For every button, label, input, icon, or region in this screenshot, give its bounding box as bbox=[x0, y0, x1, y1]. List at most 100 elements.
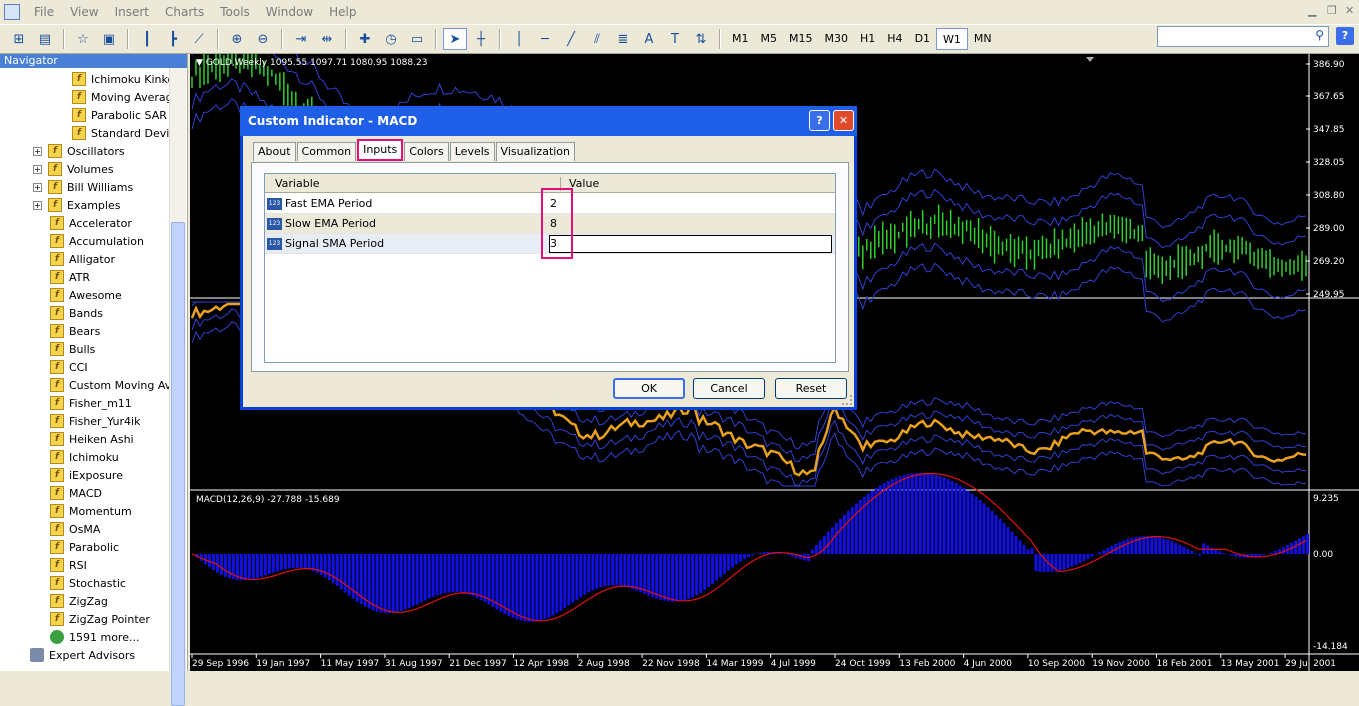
navigator-item[interactable]: fFisher_Yur4ik bbox=[50, 412, 140, 430]
navigator-item[interactable]: fMoving Averag bbox=[72, 88, 173, 106]
tab-colors[interactable]: Colors bbox=[404, 142, 448, 161]
ok-button[interactable]: OK bbox=[613, 378, 685, 399]
navigator-item[interactable]: fZigZag Pointer bbox=[50, 610, 150, 628]
zoom-out-icon[interactable]: ⊖ bbox=[251, 28, 275, 50]
navigator-item[interactable]: fMACD bbox=[50, 484, 102, 502]
navigator-item[interactable]: fCustom Moving Ave bbox=[50, 376, 178, 394]
navigator-item[interactable]: fCCI bbox=[50, 358, 88, 376]
param-value-editor[interactable] bbox=[549, 235, 832, 253]
navigator-item[interactable]: fAlligator bbox=[50, 250, 115, 268]
navigator-item[interactable]: fIchimoku Kinko bbox=[72, 70, 174, 88]
navigator-item[interactable]: +fExamples bbox=[33, 196, 120, 214]
text-label-icon[interactable]: T bbox=[663, 28, 687, 50]
navigator-item[interactable]: fBears bbox=[50, 322, 100, 340]
candlestick-icon[interactable]: ┣ bbox=[161, 28, 185, 50]
expand-icon[interactable]: + bbox=[33, 201, 42, 210]
navigator-item[interactable]: fAccelerator bbox=[50, 214, 132, 232]
menu-insert[interactable]: Insert bbox=[107, 5, 157, 19]
navigator-item[interactable]: +fOscillators bbox=[33, 142, 125, 160]
market-watch-icon[interactable]: ☆ bbox=[71, 28, 95, 50]
navigator-item[interactable]: 1591 more... bbox=[50, 628, 139, 646]
zoom-in-icon[interactable]: ⊕ bbox=[225, 28, 249, 50]
periods-icon[interactable]: ◷ bbox=[379, 28, 403, 50]
timeframe-mn[interactable]: MN bbox=[968, 28, 998, 50]
expand-icon[interactable]: + bbox=[33, 147, 42, 156]
column-variable[interactable]: Variable bbox=[275, 177, 320, 190]
navigator-item[interactable]: fiExposure bbox=[50, 466, 123, 484]
navigator-item[interactable]: fParabolic SAR bbox=[72, 106, 167, 124]
profiles-icon[interactable]: ▤ bbox=[33, 28, 57, 50]
crosshair-icon[interactable]: ┼ bbox=[469, 28, 493, 50]
restore-icon[interactable]: ❐ bbox=[1327, 4, 1337, 17]
vertical-line-icon[interactable]: │ bbox=[507, 28, 531, 50]
timeframe-d1[interactable]: D1 bbox=[909, 28, 936, 50]
horizontal-line-icon[interactable]: ─ bbox=[533, 28, 557, 50]
arrows-icon[interactable]: ⇅ bbox=[689, 28, 713, 50]
menu-tools[interactable]: Tools bbox=[212, 5, 258, 19]
line-chart-icon[interactable]: ⟋ bbox=[187, 28, 211, 50]
navigator-item[interactable]: fAccumulation bbox=[50, 232, 144, 250]
text-icon[interactable]: A bbox=[637, 28, 661, 50]
timeframe-m15[interactable]: M15 bbox=[783, 28, 819, 50]
expand-icon[interactable]: + bbox=[33, 183, 42, 192]
timeframe-w1[interactable]: W1 bbox=[936, 28, 968, 50]
scroll-thumb[interactable] bbox=[171, 222, 185, 706]
menu-help[interactable]: Help bbox=[321, 5, 364, 19]
navigator-item[interactable]: fBulls bbox=[50, 340, 95, 358]
navigator-item[interactable]: fStandard Devia bbox=[72, 124, 176, 142]
tab-inputs[interactable]: Inputs bbox=[357, 139, 403, 161]
navigator-item[interactable]: fMomentum bbox=[50, 502, 132, 520]
templates-icon[interactable]: ▭ bbox=[405, 28, 429, 50]
auto-scroll-icon[interactable]: ⇥ bbox=[289, 28, 313, 50]
resize-grip[interactable] bbox=[842, 395, 852, 405]
menu-view[interactable]: View bbox=[62, 5, 106, 19]
help-icon[interactable]: ? bbox=[1336, 27, 1354, 45]
minimize-icon[interactable]: ▁ bbox=[1308, 4, 1316, 17]
navigator-item[interactable]: fATR bbox=[50, 268, 90, 286]
cursor-icon[interactable]: ➤ bbox=[443, 28, 467, 50]
navigator-item[interactable]: +fBill Williams bbox=[33, 178, 133, 196]
close-icon[interactable]: ✕ bbox=[1345, 4, 1354, 17]
tab-visualization[interactable]: Visualization bbox=[496, 142, 575, 161]
navigator-item[interactable]: Expert Advisors bbox=[30, 646, 135, 664]
trendline-icon[interactable]: ╱ bbox=[559, 28, 583, 50]
search-input[interactable]: ⚲ bbox=[1157, 26, 1329, 47]
navigator-item[interactable]: fParabolic bbox=[50, 538, 119, 556]
timeframe-m30[interactable]: M30 bbox=[819, 28, 855, 50]
navigator-scrollbar[interactable] bbox=[169, 68, 186, 671]
menu-charts[interactable]: Charts bbox=[157, 5, 212, 19]
chart-shift-icon[interactable]: ⇹ bbox=[315, 28, 339, 50]
navigator-item[interactable]: fOsMA bbox=[50, 520, 100, 538]
expand-icon[interactable]: + bbox=[33, 165, 42, 174]
menu-file[interactable]: File bbox=[26, 5, 62, 19]
navigator-item[interactable]: fFisher_m11 bbox=[50, 394, 132, 412]
navigator-item[interactable]: fAwesome bbox=[50, 286, 122, 304]
app-icon[interactable] bbox=[4, 4, 20, 20]
channel-icon[interactable]: ⫽ bbox=[585, 28, 609, 50]
timeframe-h1[interactable]: H1 bbox=[854, 28, 881, 50]
timeframe-m1[interactable]: M1 bbox=[726, 28, 755, 50]
timeframe-h4[interactable]: H4 bbox=[881, 28, 908, 50]
reset-button[interactable]: Reset bbox=[775, 378, 847, 399]
navigator-item[interactable]: fRSI bbox=[50, 556, 87, 574]
indicators-icon[interactable]: ✚ bbox=[353, 28, 377, 50]
timeframe-m5[interactable]: M5 bbox=[755, 28, 784, 50]
dialog-close-icon[interactable]: ✕ bbox=[833, 110, 854, 131]
navigator-item[interactable]: fIchimoku bbox=[50, 448, 119, 466]
dialog-help-icon[interactable]: ? bbox=[809, 110, 830, 131]
cancel-button[interactable]: Cancel bbox=[693, 378, 765, 399]
navigator-item[interactable]: fZigZag bbox=[50, 592, 108, 610]
new-chart-icon[interactable]: ⊞ bbox=[7, 28, 31, 50]
tab-levels[interactable]: Levels bbox=[450, 142, 495, 161]
menu-window[interactable]: Window bbox=[258, 5, 321, 19]
navigator-item[interactable]: fStochastic bbox=[50, 574, 126, 592]
navigator-icon[interactable]: ▣ bbox=[97, 28, 121, 50]
tab-about[interactable]: About bbox=[253, 142, 296, 161]
search-icon[interactable]: ⚲ bbox=[1315, 28, 1324, 42]
fibonacci-icon[interactable]: ≣ bbox=[611, 28, 635, 50]
bar-chart-icon[interactable]: ┃ bbox=[135, 28, 159, 50]
navigator-item[interactable]: fBands bbox=[50, 304, 103, 322]
navigator-item[interactable]: fHeiken Ashi bbox=[50, 430, 134, 448]
navigator-item[interactable]: +fVolumes bbox=[33, 160, 114, 178]
tab-common[interactable]: Common bbox=[297, 142, 357, 161]
